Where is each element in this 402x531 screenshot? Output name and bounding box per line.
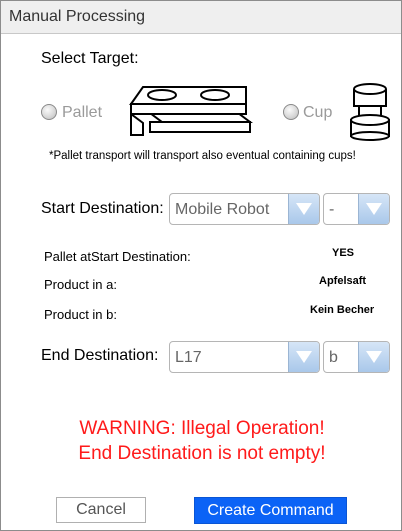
pallet-radio[interactable] <box>41 104 57 120</box>
chevron-down-icon[interactable] <box>358 342 389 372</box>
pallet-label: Pallet <box>62 104 103 121</box>
chevron-down-icon[interactable] <box>358 194 389 224</box>
product-a-label: Product in a: <box>44 277 117 292</box>
select-target-heading: Select Target: <box>41 50 139 67</box>
product-a-value: Apfelsaft <box>319 275 367 287</box>
cup-icon <box>347 80 393 147</box>
window-title: Manual Processing <box>9 8 146 25</box>
end-destination-label: End Destination: <box>41 347 159 364</box>
start-destination-label: Start Destination: <box>41 200 164 217</box>
chevron-down-icon[interactable] <box>288 342 319 372</box>
pallet-at-start-value: YES <box>332 247 355 259</box>
create-command-button[interactable]: Create Command <box>194 497 347 524</box>
end-slot-value: b <box>329 349 338 366</box>
title-bar: Manual Processing <box>1 1 401 34</box>
pallet-icon <box>128 83 254 154</box>
start-location-dropdown[interactable]: Mobile Robot <box>169 193 320 225</box>
end-slot-dropdown[interactable]: b <box>323 341 390 373</box>
pallet-transport-note: *Pallet transport will transport also ev… <box>49 150 356 162</box>
manual-processing-dialog: Manual Processing Select Target: Pallet … <box>0 0 402 531</box>
pallet-at-start-label: Pallet atStart Destination: <box>44 249 191 264</box>
chevron-down-icon[interactable] <box>288 194 319 224</box>
cup-label: Cup <box>303 104 333 121</box>
cup-radio[interactable] <box>283 104 299 120</box>
end-location-dropdown[interactable]: L17 <box>169 341 320 373</box>
start-location-value: Mobile Robot <box>175 201 270 218</box>
start-slot-value: - <box>329 201 335 218</box>
warning-line-illegal-operation: WARNING: Illegal Operation! <box>79 418 325 439</box>
product-b-value: Kein Becher <box>310 304 375 316</box>
warning-line-destination-not-empty: End Destination is not empty! <box>78 443 326 464</box>
cancel-button[interactable]: Cancel <box>56 497 146 523</box>
product-b-label: Product in b: <box>44 307 117 322</box>
start-slot-dropdown[interactable]: - <box>323 193 390 225</box>
end-location-value: L17 <box>175 349 202 366</box>
